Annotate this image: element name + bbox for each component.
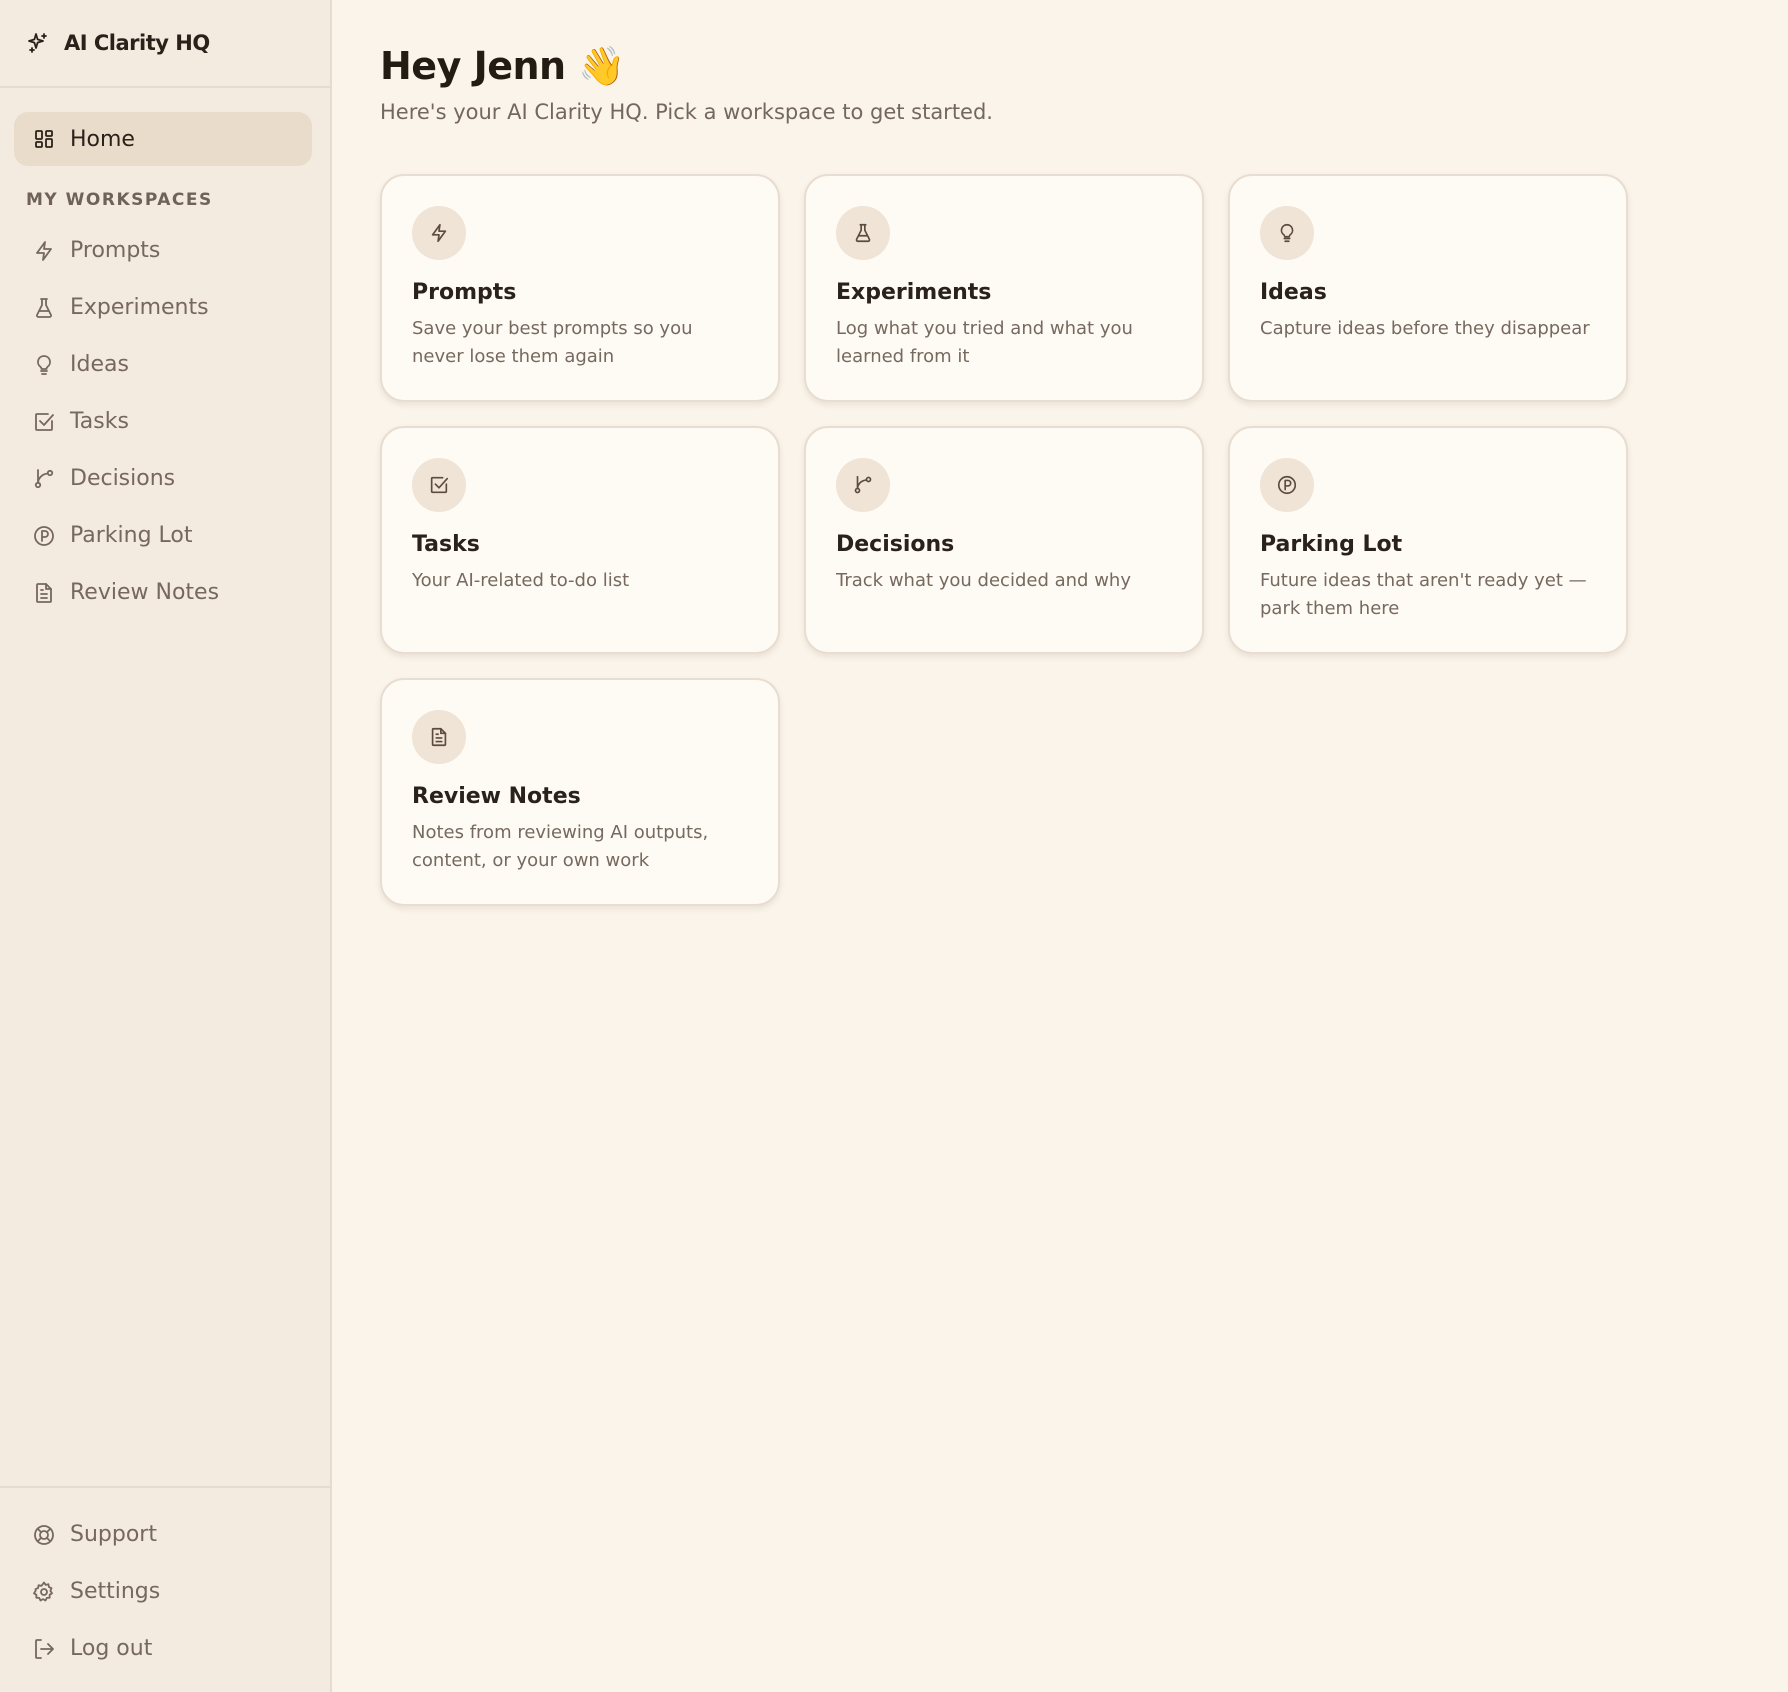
grid-icon <box>32 127 56 151</box>
sidebar-item-label: Settings <box>70 1579 161 1604</box>
card-title: Decisions <box>836 532 955 557</box>
workspace-grid: Prompts Save your best prompts so you ne… <box>380 174 1628 906</box>
sparkles-icon <box>26 31 50 55</box>
workspace-card-ideas[interactable]: Ideas Capture ideas before they disappea… <box>1228 174 1628 402</box>
card-description: Save your best prompts so you never lose… <box>412 318 693 367</box>
card-title: Tasks <box>412 532 480 557</box>
sidebar-item-review-notes[interactable]: Review Notes <box>14 564 312 621</box>
sidebar-item-decisions[interactable]: Decisions <box>14 450 312 507</box>
card-title: Prompts <box>412 280 517 305</box>
workspace-nav: Prompts Experiments Ideas Tasks Decision… <box>14 222 312 621</box>
git-branch-icon <box>32 467 56 491</box>
card-description: Log what you tried and what you learned … <box>836 318 1133 367</box>
page-subtitle: Here's your AI Clarity HQ. Pick a worksp… <box>380 100 993 124</box>
sidebar-item-home[interactable]: Home <box>14 112 312 166</box>
sidebar-item-label: Log out <box>70 1636 153 1661</box>
sidebar-item-settings[interactable]: Settings <box>14 1563 316 1620</box>
file-text-icon <box>412 710 466 764</box>
sidebar-item-label: Ideas <box>70 352 129 377</box>
card-title: Ideas <box>1260 280 1327 305</box>
workspace-card-tasks[interactable]: Tasks Your AI-related to-do list <box>380 426 780 654</box>
log-out-icon <box>32 1637 56 1661</box>
sidebar-item-label: Parking Lot <box>70 523 193 548</box>
sidebar-item-label: Prompts <box>70 238 161 263</box>
sidebar-item-label: Review Notes <box>70 580 220 605</box>
card-description: Notes from reviewing AI outputs, content… <box>412 822 709 871</box>
sidebar-item-support[interactable]: Support <box>14 1506 316 1563</box>
lightbulb-icon <box>32 353 56 377</box>
file-text-icon <box>32 581 56 605</box>
sidebar-item-label: Tasks <box>70 409 129 434</box>
git-branch-icon <box>836 458 890 512</box>
sidebar-item-label: Support <box>70 1522 157 1547</box>
zap-icon <box>32 239 56 263</box>
lightbulb-icon <box>1260 206 1314 260</box>
workspace-card-decisions[interactable]: Decisions Track what you decided and why <box>804 426 1204 654</box>
card-description: Track what you decided and why <box>836 570 1131 591</box>
sidebar-item-label: Home <box>70 126 135 152</box>
sidebar-item-label: Decisions <box>70 466 176 491</box>
workspace-card-prompts[interactable]: Prompts Save your best prompts so you ne… <box>380 174 780 402</box>
sidebar-item-label: Experiments <box>70 295 209 320</box>
sidebar-item-ideas[interactable]: Ideas <box>14 336 312 393</box>
check-square-icon <box>412 458 466 512</box>
card-title: Review Notes <box>412 784 581 809</box>
brand-name: AI Clarity HQ <box>64 31 210 55</box>
check-square-icon <box>32 410 56 434</box>
zap-icon <box>412 206 466 260</box>
card-description: Future ideas that aren't ready yet — par… <box>1260 570 1587 619</box>
flask-icon <box>836 206 890 260</box>
sidebar-footer: Support Settings Log out <box>0 1486 330 1677</box>
card-title: Parking Lot <box>1260 532 1403 557</box>
workspace-card-review-notes[interactable]: Review Notes Notes from reviewing AI out… <box>380 678 780 906</box>
flask-icon <box>32 296 56 320</box>
workspace-card-experiments[interactable]: Experiments Log what you tried and what … <box>804 174 1204 402</box>
brand[interactable]: AI Clarity HQ <box>0 0 330 88</box>
sidebar: AI Clarity HQ Home MY WORKSPACES Prompts… <box>0 0 332 1692</box>
workspace-card-parking-lot[interactable]: Parking Lot Future ideas that aren't rea… <box>1228 426 1628 654</box>
section-label: MY WORKSPACES <box>26 190 213 210</box>
gear-icon <box>32 1580 56 1604</box>
sidebar-item-prompts[interactable]: Prompts <box>14 222 312 279</box>
sidebar-item-tasks[interactable]: Tasks <box>14 393 312 450</box>
sidebar-item-experiments[interactable]: Experiments <box>14 279 312 336</box>
card-title: Experiments <box>836 280 992 305</box>
sidebar-item-parking-lot[interactable]: Parking Lot <box>14 507 312 564</box>
life-buoy-icon <box>32 1523 56 1547</box>
card-description: Capture ideas before they disappear <box>1260 318 1590 339</box>
parking-icon <box>32 524 56 548</box>
sidebar-item-log-out[interactable]: Log out <box>14 1620 316 1677</box>
card-description: Your AI-related to-do list <box>412 570 630 591</box>
parking-icon <box>1260 458 1314 512</box>
page-title: Hey Jenn 👋 <box>380 44 626 88</box>
